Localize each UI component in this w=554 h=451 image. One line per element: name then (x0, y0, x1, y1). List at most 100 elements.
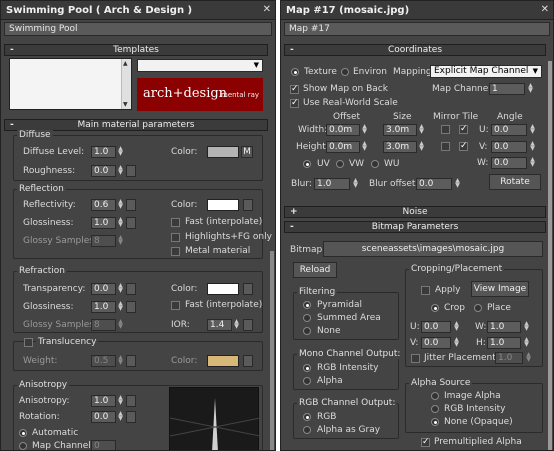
bitmap-path-button[interactable]: sceneassets\images\mosaic.jpg (323, 241, 543, 257)
uv-radio[interactable] (303, 160, 311, 168)
close-icon[interactable]: ✕ (263, 4, 271, 15)
jitter-checkbox[interactable] (411, 354, 420, 363)
refraction-fast-checkbox[interactable] (171, 301, 180, 310)
alpha-rgb-intensity-radio[interactable] (431, 405, 439, 413)
map-channel-radio[interactable] (19, 442, 27, 450)
spinner-arrows-icon[interactable]: ▲ ▼ (453, 321, 460, 333)
spinner-arrows-icon[interactable]: ▲ ▼ (418, 141, 425, 153)
aniso-map-channel-spinner[interactable]: 0 (91, 440, 116, 450)
spinner-arrows-icon[interactable]: ▲ ▼ (529, 124, 536, 136)
spinner-arrows-icon[interactable]: ▲ ▼ (529, 141, 536, 153)
spinner-arrows-icon[interactable]: ▲ ▼ (453, 337, 460, 349)
crop-radio[interactable] (431, 304, 439, 312)
height-tile-checkbox[interactable] (459, 141, 468, 151)
translucency-weight-map-button[interactable] (126, 355, 136, 367)
w-angle-spinner[interactable]: 0.0 (491, 157, 527, 169)
vw-radio[interactable] (336, 160, 344, 168)
pyramidal-radio[interactable] (303, 301, 311, 309)
reflection-color-map-button[interactable] (243, 199, 253, 211)
spinner-arrows-icon[interactable]: ▲ ▼ (361, 124, 368, 136)
refraction-samples-spinner[interactable]: 8 (91, 319, 116, 331)
spinner-arrows-icon[interactable]: ▲ ▼ (117, 283, 124, 295)
fast-interpolate-checkbox[interactable] (171, 218, 180, 227)
roughness-spinner[interactable]: 0.0 (91, 165, 116, 177)
material-editor-scrollbar[interactable] (270, 251, 274, 450)
rotate-button[interactable]: Rotate (489, 174, 541, 190)
refraction-glossiness-map-button[interactable] (126, 301, 136, 313)
crop-h-spinner[interactable]: 1.0 (487, 337, 521, 349)
spinner-arrows-icon[interactable]: ▲ ▼ (117, 217, 124, 229)
reflection-samples-spinner[interactable]: 8 (91, 235, 116, 247)
height-size-spinner[interactable]: 3.0m (383, 141, 417, 153)
none-opaque-radio[interactable] (431, 418, 439, 426)
filter-none-radio[interactable] (303, 327, 311, 335)
map-editor-scrollbar[interactable] (548, 61, 552, 450)
close-icon[interactable]: ✕ (541, 4, 549, 15)
translucency-checkbox[interactable] (24, 338, 33, 347)
show-map-checkbox[interactable] (290, 84, 299, 94)
translucency-weight-spinner[interactable]: 0.5 (91, 355, 116, 367)
anisotropy-spinner[interactable]: 1.0 (91, 395, 116, 407)
mono-rgb-intensity-radio[interactable] (303, 364, 311, 372)
view-image-button[interactable]: View Image (471, 281, 529, 297)
reload-button[interactable]: Reload (293, 262, 337, 278)
spinner-arrows-icon[interactable]: ▲ ▼ (117, 319, 124, 331)
spinner-arrows-icon[interactable]: ▲ ▼ (525, 352, 532, 364)
template-scrollbar[interactable]: ▲ ▼ (121, 59, 131, 109)
apply-checkbox[interactable] (421, 286, 430, 295)
ior-map-button[interactable] (243, 319, 253, 331)
mapping-dropdown[interactable]: Explicit Map Channel ▼ (430, 65, 542, 78)
transparency-map-button[interactable] (126, 283, 136, 295)
mono-alpha-radio[interactable] (303, 377, 311, 385)
rgb-output-radio[interactable] (303, 413, 311, 421)
spinner-arrows-icon[interactable]: ▲ ▼ (529, 157, 536, 169)
spinner-arrows-icon[interactable]: ▲ ▼ (527, 83, 534, 95)
highlights-fg-checkbox[interactable] (171, 233, 180, 242)
metal-material-checkbox[interactable] (171, 247, 180, 256)
spinner-arrows-icon[interactable]: ▲ ▼ (117, 146, 124, 158)
spinner-arrows-icon[interactable]: ▲ ▼ (233, 319, 240, 331)
reflectivity-spinner[interactable]: 0.6 (91, 199, 116, 211)
alpha-gray-radio[interactable] (303, 426, 311, 434)
automatic-radio[interactable] (19, 429, 27, 437)
refraction-color-swatch[interactable] (207, 283, 239, 295)
height-mirror-checkbox[interactable] (441, 142, 450, 151)
width-tile-checkbox[interactable] (459, 124, 468, 134)
image-alpha-radio[interactable] (431, 392, 439, 400)
spinner-arrows-icon[interactable]: ▲ ▼ (352, 178, 359, 190)
template-dropdown[interactable]: ▼ (137, 59, 263, 72)
height-offset-spinner[interactable]: 0.0m (326, 141, 360, 153)
rotation-spinner[interactable]: 0.0 (91, 411, 116, 423)
summed-area-radio[interactable] (303, 314, 311, 322)
translucency-color-map-button[interactable] (243, 355, 253, 367)
crop-v-spinner[interactable]: 0.0 (421, 337, 451, 349)
diffuse-level-spinner[interactable]: 1.0 (91, 146, 116, 158)
blur-offset-spinner[interactable]: 0.0 (416, 178, 452, 190)
map-channel-spinner[interactable]: 1 (489, 83, 525, 95)
reflection-glossiness-spinner[interactable]: 1.0 (91, 217, 116, 229)
spinner-arrows-icon[interactable]: ▲ ▼ (117, 411, 124, 423)
spinner-arrows-icon[interactable]: ▲ ▼ (117, 355, 124, 367)
v-angle-spinner[interactable]: 0.0 (491, 141, 527, 153)
refraction-color-map-button[interactable] (243, 283, 253, 295)
coordinates-rollout-header[interactable]: - Coordinates (284, 44, 546, 56)
spinner-arrows-icon[interactable]: ▲ ▼ (361, 141, 368, 153)
ior-spinner[interactable]: 1.4 (207, 319, 232, 331)
diffuse-map-button[interactable]: M (241, 146, 253, 158)
premultiplied-alpha-checkbox[interactable] (421, 437, 430, 447)
spinner-arrows-icon[interactable]: ▲ ▼ (117, 395, 124, 407)
width-mirror-checkbox[interactable] (441, 125, 450, 134)
crop-u-spinner[interactable]: 0.0 (421, 321, 451, 333)
place-radio[interactable] (474, 304, 482, 312)
spinner-arrows-icon[interactable]: ▲ ▼ (117, 301, 124, 313)
spinner-arrows-icon[interactable]: ▲ ▼ (523, 321, 530, 333)
glossiness-map-button[interactable] (126, 217, 136, 229)
templates-rollout-header[interactable]: - Templates (4, 44, 268, 56)
real-world-scale-checkbox[interactable] (290, 98, 299, 108)
texture-radio[interactable] (291, 68, 299, 76)
material-name-field[interactable]: Swimming Pool (4, 22, 272, 36)
reflection-color-swatch[interactable] (207, 199, 239, 211)
width-offset-spinner[interactable]: 0.0m (326, 124, 360, 136)
map-name-field[interactable]: Map #17 (284, 22, 550, 36)
refraction-glossiness-spinner[interactable]: 1.0 (91, 301, 116, 313)
